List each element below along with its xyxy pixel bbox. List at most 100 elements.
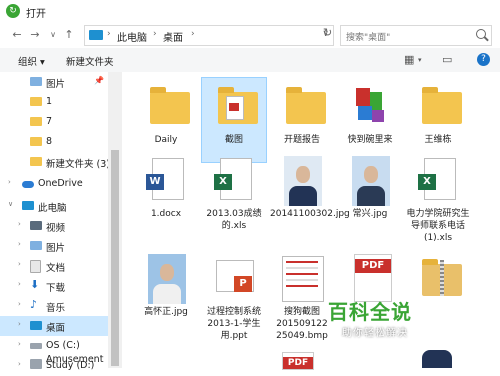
window-title: 打开 bbox=[26, 9, 46, 20]
file-item-photo-1[interactable]: 20141100302.jpg bbox=[270, 152, 350, 236]
pictures-icon bbox=[30, 241, 42, 250]
expand-arrow-icon[interactable]: › bbox=[18, 360, 21, 368]
folder-icon bbox=[212, 82, 258, 128]
file-name: 高怀正.jpg bbox=[144, 307, 188, 317]
address-field[interactable]: › 此电脑 › 桌面 › ∨ bbox=[84, 25, 334, 46]
sidebar-item-folder-7[interactable]: 7 bbox=[0, 112, 108, 132]
file-item-docx[interactable]: W 1.docx bbox=[134, 152, 198, 236]
back-arrow-icon[interactable]: ← bbox=[10, 27, 24, 43]
breadcrumb-desktop[interactable]: 桌面 bbox=[163, 29, 183, 44]
file-name: 2013.03成绩的.xls bbox=[206, 209, 262, 231]
breadcrumb-this-pc[interactable]: 此电脑 bbox=[117, 29, 147, 44]
sidebar-item-music[interactable]: › ♪ 音乐 bbox=[0, 296, 108, 316]
sidebar-item-label: 视频 bbox=[46, 223, 66, 234]
sidebar-item-onedrive[interactable]: › OneDrive bbox=[0, 174, 108, 194]
new-folder-button[interactable]: 新建文件夹 bbox=[66, 54, 114, 68]
file-item-xls-grades[interactable]: X 2013.03成绩的.xls bbox=[202, 152, 266, 236]
sidebar-item-videos[interactable]: › 视频 bbox=[0, 216, 108, 236]
file-name: 王维栋 bbox=[424, 135, 452, 145]
file-item-screenshots[interactable]: 截图 bbox=[201, 77, 267, 163]
address-bar-row: ← → ∨ ↑ › 此电脑 › 桌面 › ∨ ↻ 搜索"桌面" bbox=[0, 22, 500, 48]
file-item-pdf-partial[interactable]: PDF bbox=[282, 352, 314, 370]
help-icon[interactable]: ? bbox=[477, 53, 490, 66]
file-item-proposal[interactable]: 开题报告 bbox=[270, 78, 334, 162]
sidebar-item-label: OneDrive bbox=[38, 178, 83, 189]
drive-icon bbox=[30, 359, 42, 365]
file-item-wang[interactable]: 王维栋 bbox=[406, 78, 470, 162]
chevron-down-icon[interactable]: ∨ bbox=[46, 27, 60, 43]
expand-arrow-icon[interactable]: › bbox=[18, 320, 21, 328]
file-name: 过程控制系统2013-1-学生用.ppt bbox=[206, 307, 261, 341]
expand-arrow-icon[interactable]: › bbox=[8, 178, 11, 186]
sidebar-item-this-pc[interactable]: ∨ 此电脑 bbox=[0, 196, 108, 216]
sidebar-item-label: 1 bbox=[46, 96, 53, 107]
zip-archive-icon bbox=[416, 254, 462, 300]
breadcrumb-separator-icon: › bbox=[153, 29, 157, 39]
refresh-icon[interactable]: ↻ bbox=[323, 26, 332, 39]
expand-arrow-icon[interactable]: › bbox=[18, 260, 21, 268]
search-input[interactable]: 搜索"桌面" bbox=[340, 25, 492, 46]
pdf-document-icon: PDF bbox=[348, 254, 392, 302]
sidebar-item-pictures-quick[interactable]: 图片 📌 bbox=[0, 72, 108, 92]
preview-pane-icon[interactable]: ▭ bbox=[442, 53, 452, 66]
file-item-photo-2[interactable]: 常兴.jpg bbox=[338, 152, 402, 236]
sidebar-item-drive-c[interactable]: › OS (C:) bbox=[0, 336, 108, 356]
navigation-pane: 图片 📌 1 7 8 新建文件夹 (3) › OneDrive ∨ 此电脑 › … bbox=[0, 72, 110, 371]
folder-icon bbox=[280, 82, 326, 128]
watermark-logo: 百科全说 助你轻松解决 bbox=[328, 296, 448, 344]
photo-thumbnail bbox=[348, 156, 392, 206]
download-icon: ⬇ bbox=[30, 278, 40, 291]
folder-icon bbox=[30, 117, 42, 126]
preview-thumbnail bbox=[229, 103, 239, 111]
sidebar-item-label: Amusement bbox=[46, 354, 104, 365]
sidebar-item-pictures[interactable]: › 图片 bbox=[0, 236, 108, 256]
folder-icon bbox=[144, 82, 190, 128]
file-item-photo-3[interactable]: 高怀正.jpg bbox=[134, 250, 198, 334]
excel-document-icon: X bbox=[416, 156, 460, 202]
sidebar-item-label: 7 bbox=[46, 116, 53, 127]
expand-arrow-icon[interactable]: › bbox=[18, 240, 21, 248]
expand-arrow-icon[interactable]: › bbox=[18, 220, 21, 228]
sidebar-item-documents[interactable]: › 文档 bbox=[0, 256, 108, 276]
pictures-icon bbox=[30, 77, 42, 86]
scroll-thumb[interactable] bbox=[111, 150, 119, 366]
photo-thumbnail-partial[interactable] bbox=[422, 350, 452, 368]
file-item-app[interactable]: 快到碗里来 bbox=[338, 78, 402, 162]
refresh-circle-icon: ↻ bbox=[6, 4, 20, 18]
cloud-icon bbox=[22, 181, 34, 188]
expand-arrow-icon[interactable]: › bbox=[18, 300, 21, 308]
sidebar-item-folder-8[interactable]: 8 bbox=[0, 132, 108, 152]
sidebar-item-new-folder-3[interactable]: 新建文件夹 (3) bbox=[0, 152, 110, 172]
expand-arrow-icon[interactable]: › bbox=[18, 280, 21, 288]
forward-arrow-icon[interactable]: → bbox=[28, 27, 42, 43]
up-arrow-icon[interactable]: ↑ bbox=[62, 27, 76, 43]
file-name: 快到碗里来 bbox=[347, 135, 393, 145]
view-options-icon[interactable]: ▦ bbox=[404, 53, 414, 66]
pin-icon[interactable]: 📌 bbox=[94, 76, 104, 85]
sidebar-item-downloads[interactable]: › ⬇ 下载 bbox=[0, 276, 108, 296]
folder-icon bbox=[30, 97, 42, 106]
sidebar-item-folder-1[interactable]: 1 bbox=[0, 92, 108, 112]
sidebar-scrollbar[interactable] bbox=[108, 72, 122, 368]
expand-arrow-icon[interactable]: › bbox=[18, 340, 21, 348]
file-name: 搜狗截图201509122 25049.bmp bbox=[276, 307, 328, 341]
sidebar-item-desktop[interactable]: › 桌面 bbox=[0, 316, 108, 336]
image-thumbnail bbox=[280, 254, 324, 302]
file-name: 电力学院研究生导师联系电话 (1).xls bbox=[406, 209, 470, 243]
video-icon bbox=[30, 221, 42, 230]
view-dropdown-icon[interactable]: ▾ bbox=[418, 56, 422, 64]
title-bar: ↻ 打开 bbox=[0, 0, 500, 22]
collapse-arrow-icon[interactable]: ∨ bbox=[8, 200, 13, 208]
file-item-xls-contacts[interactable]: X 电力学院研究生导师联系电话 (1).xls bbox=[406, 152, 470, 243]
file-item-daily[interactable]: Daily bbox=[134, 78, 198, 162]
word-document-icon: W bbox=[144, 156, 188, 202]
search-icon[interactable] bbox=[476, 29, 486, 39]
organize-button[interactable]: 组织 ▾ bbox=[18, 54, 45, 68]
folder-icon bbox=[416, 82, 462, 128]
sidebar-item-label: 音乐 bbox=[46, 303, 66, 314]
pc-icon bbox=[22, 201, 34, 210]
sidebar-item-label: 此电脑 bbox=[38, 203, 67, 214]
file-item-ppt[interactable]: P 过程控制系统2013-1-学生用.ppt bbox=[202, 250, 266, 341]
music-icon: ♪ bbox=[30, 298, 38, 311]
file-item-bmp[interactable]: 搜狗截图201509122 25049.bmp bbox=[270, 250, 334, 341]
